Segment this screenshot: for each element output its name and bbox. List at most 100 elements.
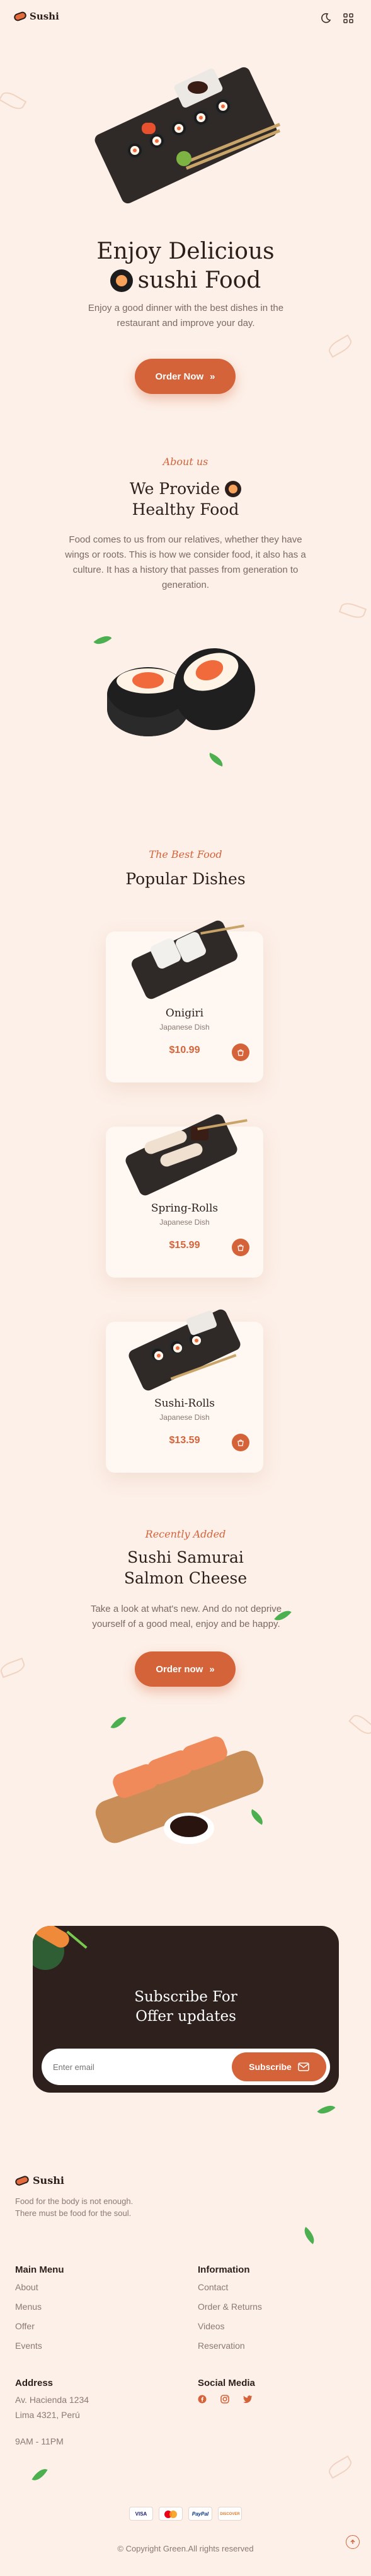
sushi-logo-icon	[13, 10, 28, 23]
site-header: Sushi	[0, 0, 371, 35]
facebook-icon[interactable]	[198, 2395, 207, 2404]
recent-image	[92, 1713, 283, 1857]
carrot-decoration	[33, 1926, 89, 1989]
order-now-button[interactable]: Order Now »	[135, 359, 236, 394]
payment-methods: VISA PayPal DISCOVER	[0, 2507, 371, 2521]
twitter-icon[interactable]	[243, 2395, 253, 2404]
about-tag: About us	[163, 456, 208, 468]
footer-address: Address Av. Hacienda 1234 Lima 4321, Per…	[15, 2378, 89, 2449]
paypal-icon: PayPal	[188, 2507, 212, 2521]
address-line1: Av. Hacienda 1234	[15, 2395, 89, 2405]
shopping-bag-icon	[237, 1244, 244, 1251]
add-to-cart-button[interactable]	[232, 1043, 249, 1061]
hero-title: Enjoy Delicious sushi Food	[0, 237, 371, 295]
order-now-label: Order now	[156, 1663, 203, 1675]
dish-name: Onigiri	[165, 1007, 204, 1020]
address-line2: Lima 4321, Perú	[15, 2410, 80, 2420]
brand-name: Sushi	[30, 11, 59, 22]
leaf-decoration	[317, 2101, 336, 2118]
about-title-line1: We Provide	[129, 480, 220, 498]
double-chevron-right-icon: »	[209, 1663, 215, 1675]
recent-title-line2: Salmon Cheese	[123, 1569, 248, 1587]
dish-category: Japanese Dish	[159, 1218, 210, 1227]
recent-tag: Recently Added	[145, 1528, 226, 1540]
footer-social: Social Media	[198, 2378, 255, 2404]
dish-image	[125, 1307, 244, 1393]
scroll-up-button[interactable]	[346, 2535, 360, 2549]
footer-link-events[interactable]: Events	[15, 2336, 64, 2356]
leaf-doodle	[348, 1711, 371, 1738]
order-now-button-recent[interactable]: Order now »	[135, 1651, 236, 1687]
information-title: Information	[198, 2264, 250, 2275]
dish-image	[128, 918, 244, 1001]
mastercard-icon	[159, 2507, 183, 2521]
add-to-cart-button[interactable]	[232, 1239, 249, 1256]
footer-link-about[interactable]: About	[15, 2278, 64, 2297]
dish-card[interactable]: Onigiri Japanese Dish $10.99	[106, 918, 263, 1083]
recent-description: Take a look at what's new. And do not de…	[90, 1604, 282, 1629]
shopping-bag-icon	[237, 1049, 244, 1056]
popular-tag: The Best Food	[149, 848, 222, 860]
about-image	[93, 629, 283, 774]
opening-hours: 9AM - 11PM	[15, 2436, 64, 2446]
footer-link-reservation[interactable]: Reservation	[198, 2336, 262, 2356]
social-title: Social Media	[198, 2378, 255, 2388]
footer-brand[interactable]: Sushi	[14, 2174, 64, 2186]
hero-image	[88, 65, 283, 206]
dish-category: Japanese Dish	[159, 1413, 210, 1422]
leaf-doodle	[0, 1657, 27, 1679]
add-to-cart-button[interactable]	[232, 1434, 249, 1451]
discover-icon: DISCOVER	[218, 2507, 242, 2521]
grid-menu-icon	[343, 13, 353, 23]
subscribe-title-line2: Offer updates	[135, 2008, 236, 2025]
arrow-up-icon	[350, 2539, 355, 2544]
main-menu-title: Main Menu	[15, 2264, 64, 2275]
brand-logo[interactable]: Sushi	[13, 10, 59, 23]
leaf-doodle	[326, 334, 355, 358]
theme-toggle-button[interactable]	[320, 13, 331, 24]
about-title-line2: Healthy Food	[132, 500, 239, 519]
copyright: © Copyright Green.All rights reserved	[117, 2544, 254, 2553]
sushi-logo-icon	[14, 2174, 30, 2186]
popular-title: Popular Dishes	[125, 870, 246, 888]
sushi-bowl-icon	[225, 480, 242, 497]
send-mail-icon	[298, 2062, 309, 2071]
hero-description: Enjoy a good dinner with the best dishes…	[88, 303, 284, 329]
subscribe-form: Subscribe	[42, 2049, 330, 2085]
leaf-doodle	[338, 600, 367, 621]
double-chevron-right-icon: »	[210, 371, 215, 382]
order-now-label: Order Now	[155, 371, 204, 382]
shopping-bag-icon	[237, 1439, 244, 1446]
footer-tagline: Food for the body is not enough. There m…	[15, 2196, 134, 2218]
instagram-icon[interactable]	[220, 2395, 229, 2404]
hero-title-line2: sushi Food	[137, 267, 261, 293]
footer-link-order-returns[interactable]: Order & Returns	[198, 2297, 262, 2317]
menu-button[interactable]	[343, 13, 353, 23]
dish-card[interactable]: Spring-Rolls Japanese Dish $15.99	[106, 1112, 263, 1278]
dish-card[interactable]: Sushi-Rolls Japanese Dish $13.59	[106, 1307, 263, 1473]
leaf-decoration	[31, 2465, 48, 2484]
footer-link-offer[interactable]: Offer	[15, 2317, 64, 2336]
footer-link-menus[interactable]: Menus	[15, 2297, 64, 2317]
address-title: Address	[15, 2378, 54, 2388]
leaf-decoration	[300, 2227, 319, 2244]
email-input[interactable]	[53, 2060, 210, 2074]
subscribe-button[interactable]: Subscribe	[232, 2052, 326, 2081]
sushi-icon	[110, 269, 133, 292]
hero-title-line1: Enjoy Delicious	[96, 239, 275, 264]
dish-category: Japanese Dish	[159, 1023, 210, 1032]
footer-link-videos[interactable]: Videos	[198, 2317, 262, 2336]
visa-icon: VISA	[129, 2507, 153, 2521]
footer-link-contact[interactable]: Contact	[198, 2278, 262, 2297]
subscribe-title: Subscribe For Offer updates	[33, 1988, 339, 2027]
about-title: We Provide Healthy Food	[0, 478, 371, 520]
about-description: Food comes to us from our relatives, whe…	[65, 534, 306, 590]
recent-title: Sushi Samurai Salmon Cheese	[0, 1547, 371, 1589]
footer-main-menu: Main Menu About Menus Offer Events	[15, 2264, 64, 2356]
leaf-doodle	[0, 89, 27, 113]
subscribe-title-line1: Subscribe For	[134, 1989, 237, 2005]
dish-name: Spring-Rolls	[151, 1202, 219, 1215]
footer-information: Information Contact Order & Returns Vide…	[198, 2264, 262, 2356]
recent-title-line1: Sushi Samurai	[127, 1548, 244, 1566]
footer-brand-name: Sushi	[33, 2174, 64, 2186]
